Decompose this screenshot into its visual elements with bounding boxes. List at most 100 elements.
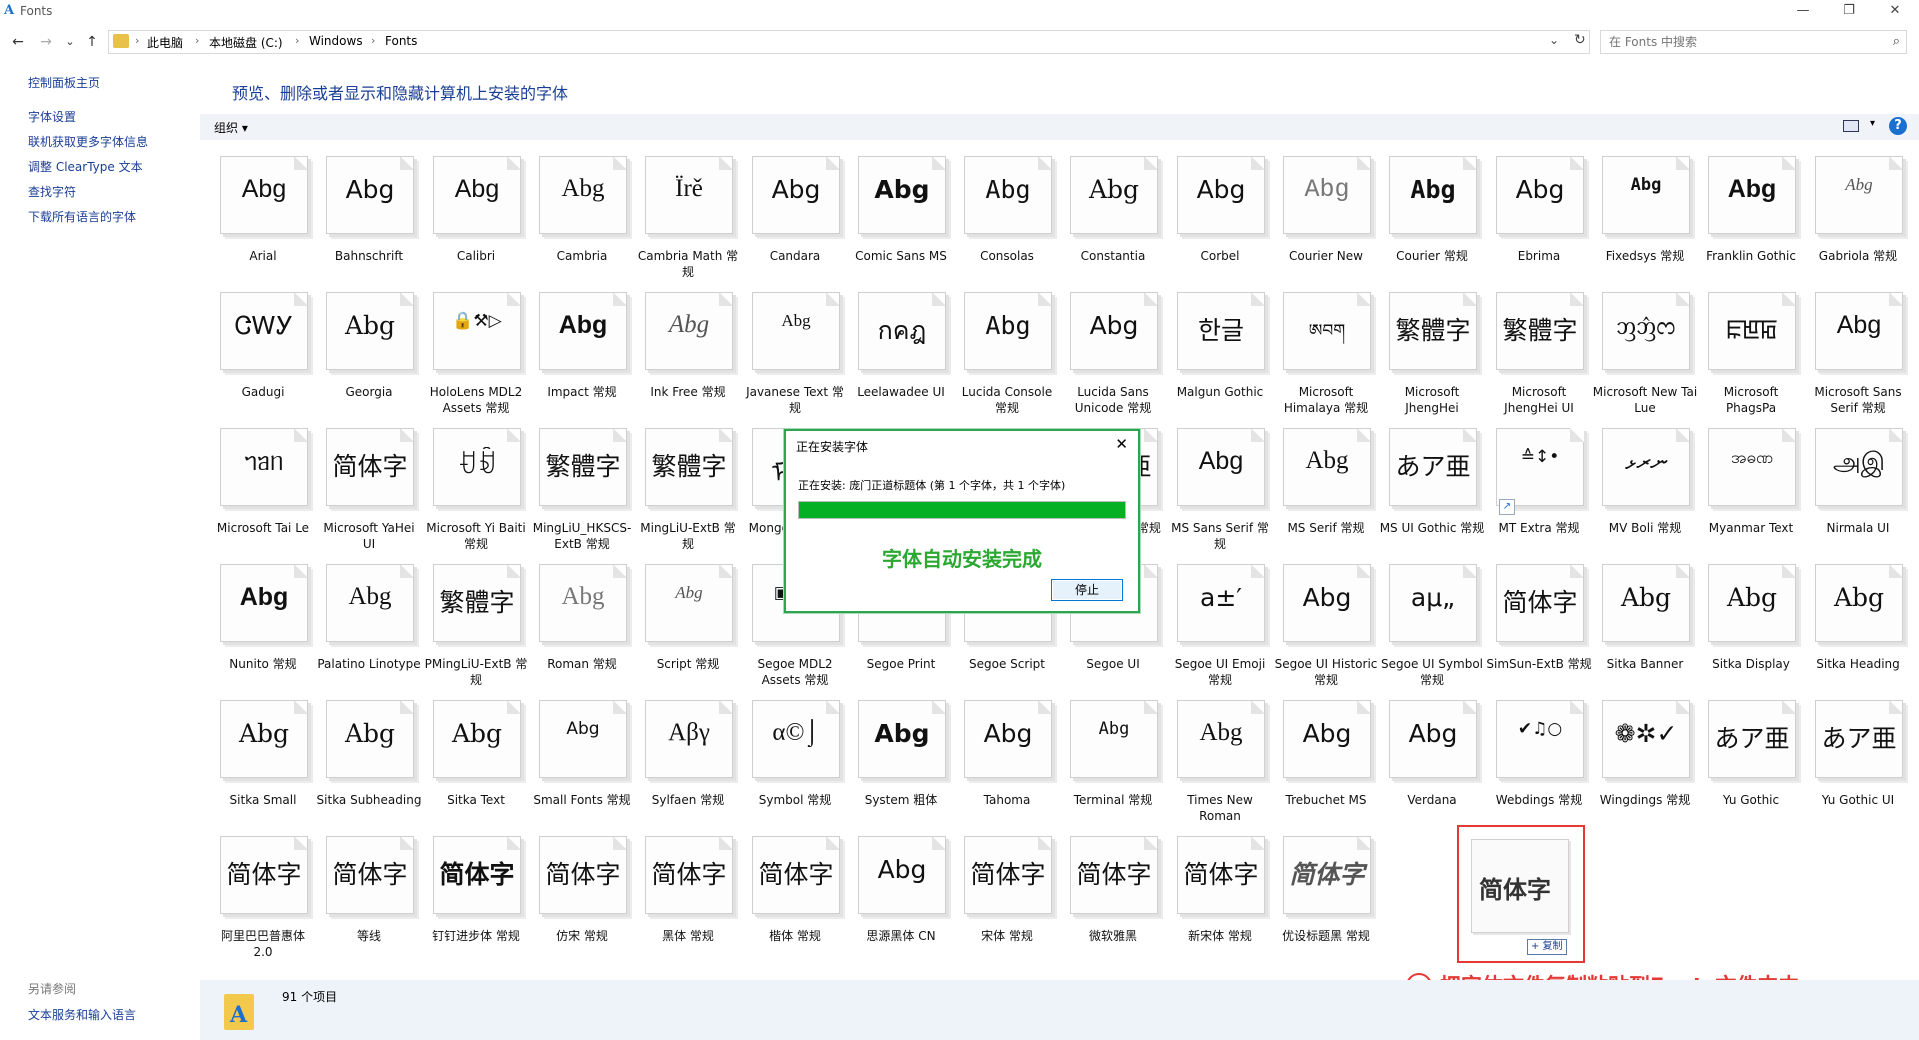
font-tile[interactable]: Abg Segoe UI Historic 常规: [1273, 554, 1379, 688]
font-tile[interactable]: Abg Nunito 常规: [210, 554, 316, 688]
font-tile[interactable]: ނރޅ MV Boli 常规: [1592, 418, 1698, 552]
help-icon[interactable]: ?: [1889, 117, 1907, 135]
font-tile[interactable]: Abg Microsoft Sans Serif 常规: [1805, 282, 1911, 416]
font-tile[interactable]: Abg Sitka Text: [423, 690, 529, 824]
font-tile[interactable]: Abg Palatino Linotype: [316, 554, 422, 688]
address-dropdown-icon[interactable]: ⌄: [1549, 33, 1559, 47]
font-tile[interactable]: 简体字 黑体 常规: [635, 826, 741, 960]
address-bar[interactable]: › 此电脑 › 本地磁盘 (C:) › Windows › Fonts ⌄: [108, 30, 1590, 54]
search-input[interactable]: [1607, 34, 1881, 50]
dragged-font-file[interactable]: 简体字: [1471, 839, 1569, 933]
font-tile[interactable]: 繁體字 Microsoft JhengHei UI: [1486, 282, 1592, 416]
font-tile[interactable]: Abg Times New Roman: [1167, 690, 1273, 824]
font-tile[interactable]: 简体字 SimSun-ExtB 常规: [1486, 554, 1592, 688]
font-tile[interactable]: Abg Bahnschrift: [316, 146, 422, 280]
font-tile[interactable]: Abg Impact 常规: [529, 282, 635, 416]
font-tile[interactable]: ᦀᦁᦂ Microsoft New Tai Lue: [1592, 282, 1698, 416]
view-dropdown-icon[interactable]: ▾: [1870, 118, 1875, 129]
maximize-button[interactable]: ❐: [1826, 0, 1872, 24]
font-tile[interactable]: Abg Corbel: [1167, 146, 1273, 280]
font-tile[interactable]: ≙↕• ↗ MT Extra 常规: [1486, 418, 1592, 552]
font-tile[interactable]: Abg Calibri: [423, 146, 529, 280]
font-tile[interactable]: Abg Lucida Console 常规: [954, 282, 1060, 416]
font-tile[interactable]: 繁體字 MingLiU_HKSCS-ExtB 常规: [529, 418, 635, 552]
sidebar-text-services[interactable]: 文本服务和输入语言: [28, 1006, 136, 1023]
font-tile[interactable]: Abg Terminal 常规: [1060, 690, 1166, 824]
breadcrumb-local-disk[interactable]: 本地磁盘 (C:): [209, 34, 283, 51]
font-tile[interactable]: 简体字 钉钉进步体 常规: [423, 826, 529, 960]
font-tile[interactable]: あア亜 Yu Gothic: [1698, 690, 1804, 824]
font-tile[interactable]: Abg Ink Free 常规: [635, 282, 741, 416]
font-tile[interactable]: ꡀꡁꡂ Microsoft PhagsPa: [1698, 282, 1804, 416]
font-tile[interactable]: Abg Comic Sans MS: [848, 146, 954, 280]
up-button[interactable]: ↑: [82, 32, 102, 52]
font-tile[interactable]: Abg Sitka Small: [210, 690, 316, 824]
font-tile[interactable]: Abg Verdana: [1379, 690, 1485, 824]
font-tile[interactable]: Abg Sitka Subheading: [316, 690, 422, 824]
font-tile[interactable]: ཨབག Microsoft Himalaya 常规: [1273, 282, 1379, 416]
breadcrumb-this-pc[interactable]: 此电脑: [147, 34, 183, 51]
font-tile[interactable]: 简体字 仿宋 常规: [529, 826, 635, 960]
sidebar-get-font-info-online[interactable]: 联机获取更多字体信息: [28, 133, 148, 150]
font-tile[interactable]: Ïrě Cambria Math 常规: [635, 146, 741, 280]
font-tile[interactable]: Abg Script 常规: [635, 554, 741, 688]
font-tile[interactable]: Abg Constantia: [1060, 146, 1166, 280]
refresh-icon[interactable]: ↻: [1574, 32, 1586, 48]
font-tile[interactable]: 简体字 优设标题黑 常规: [1273, 826, 1379, 960]
font-tile[interactable]: 简体字 宋体 常规: [954, 826, 1060, 960]
search-icon[interactable]: ⌕: [1893, 34, 1900, 49]
font-tile[interactable]: Abg MS Sans Serif 常规: [1167, 418, 1273, 552]
font-tile[interactable]: அஇ Nirmala UI: [1805, 418, 1911, 552]
font-tile[interactable]: Abg Sitka Banner: [1592, 554, 1698, 688]
font-tile[interactable]: Abg Consolas: [954, 146, 1060, 280]
font-tile[interactable]: Abg Ebrima: [1486, 146, 1592, 280]
font-tile[interactable]: ᥐᥑᥒ Microsoft Tai Le: [210, 418, 316, 552]
sidebar-find-character[interactable]: 查找字符: [28, 183, 76, 200]
font-tile[interactable]: Abg MS Serif 常规: [1273, 418, 1379, 552]
font-tile[interactable]: Abg Lucida Sans Unicode 常规: [1060, 282, 1166, 416]
font-tile[interactable]: Abg Candara: [742, 146, 848, 280]
font-tile[interactable]: Abg Small Fonts 常规: [529, 690, 635, 824]
font-tile[interactable]: Abg Courier 常规: [1379, 146, 1485, 280]
font-tile[interactable]: ꀀꀁ Microsoft Yi Baiti 常规: [423, 418, 529, 552]
font-tile[interactable]: α©⌡ Symbol 常规: [742, 690, 848, 824]
font-tile[interactable]: Αβγ Sylfaen 常规: [635, 690, 741, 824]
font-tile[interactable]: Abg Franklin Gothic: [1698, 146, 1804, 280]
forward-button[interactable]: →: [36, 32, 56, 52]
stop-button[interactable]: 停止: [1051, 579, 1123, 601]
close-button[interactable]: ✕: [1872, 0, 1918, 24]
font-tile[interactable]: Abg Fixedsys 常规: [1592, 146, 1698, 280]
font-tile[interactable]: a±′ Segoe UI Emoji 常规: [1167, 554, 1273, 688]
breadcrumb-windows[interactable]: Windows: [309, 34, 363, 48]
change-view-icon[interactable]: [1843, 120, 1859, 132]
font-tile[interactable]: ✔♫○ Webdings 常规: [1486, 690, 1592, 824]
recent-locations-button[interactable]: ⌄: [60, 32, 80, 52]
font-tile[interactable]: Abg 思源黑体 CN: [848, 826, 954, 960]
font-tile[interactable]: Abg Sitka Heading: [1805, 554, 1911, 688]
font-tile[interactable]: 简体字 新宋体 常规: [1167, 826, 1273, 960]
font-tile[interactable]: Abg Javanese Text 常规: [742, 282, 848, 416]
font-tile[interactable]: 简体字 楷体 常规: [742, 826, 848, 960]
search-box[interactable]: ⌕: [1600, 30, 1907, 54]
font-tile[interactable]: あア亜 Yu Gothic UI: [1805, 690, 1911, 824]
minimize-button[interactable]: —: [1780, 0, 1826, 24]
sidebar-font-settings[interactable]: 字体设置: [28, 108, 76, 125]
font-tile[interactable]: 繁體字 PMingLiU-ExtB 常规: [423, 554, 529, 688]
font-tile[interactable]: 简体字 等线: [316, 826, 422, 960]
font-tile[interactable]: Abg Tahoma: [954, 690, 1060, 824]
breadcrumb-fonts[interactable]: Fonts: [385, 34, 417, 48]
sidebar-control-panel-home[interactable]: 控制面板主页: [28, 74, 100, 91]
font-tile[interactable]: 🔒⚒▷ HoloLens MDL2 Assets 常规: [423, 282, 529, 416]
font-tile[interactable]: 한글 Malgun Gothic: [1167, 282, 1273, 416]
font-tile[interactable]: ᏣᎳᎩ Gadugi: [210, 282, 316, 416]
font-tile[interactable]: 繁體字 Microsoft JhengHei: [1379, 282, 1485, 416]
font-tile[interactable]: Abg Georgia: [316, 282, 422, 416]
font-tile[interactable]: aμ„ Segoe UI Symbol 常规: [1379, 554, 1485, 688]
font-tile[interactable]: Abg Gabriola 常规: [1805, 146, 1911, 280]
font-tile[interactable]: 简体字 Microsoft YaHei UI: [316, 418, 422, 552]
font-tile[interactable]: Abg Cambria: [529, 146, 635, 280]
font-tile[interactable]: Abg Courier New: [1273, 146, 1379, 280]
font-tile[interactable]: กคฎ Leelawadee UI: [848, 282, 954, 416]
font-tile[interactable]: 繁體字 MingLiU-ExtB 常规: [635, 418, 741, 552]
font-tile[interactable]: Abg Roman 常规: [529, 554, 635, 688]
